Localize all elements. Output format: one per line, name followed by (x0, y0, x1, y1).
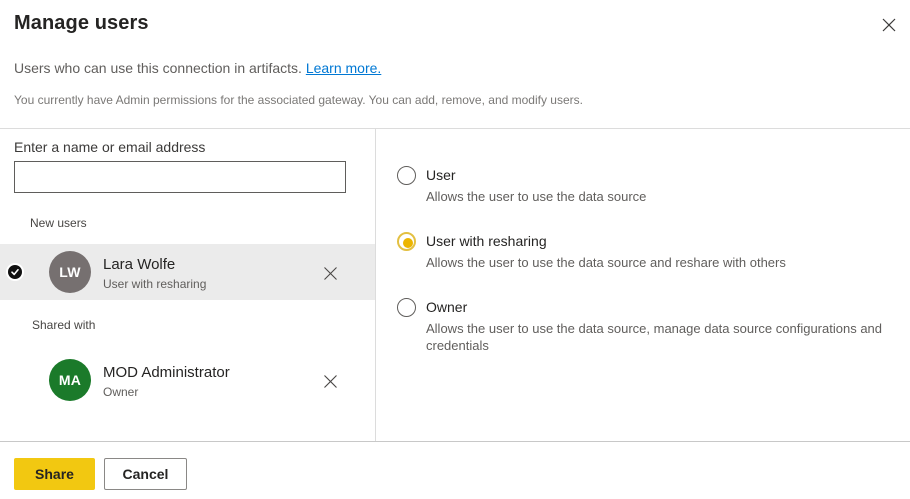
radio-unselected-icon[interactable] (397, 298, 416, 317)
radio-selected-icon[interactable] (397, 232, 416, 251)
search-input[interactable] (14, 161, 346, 193)
radio-description: Allows the user to use the data source, … (426, 320, 904, 354)
close-icon (882, 18, 896, 32)
remove-user-button[interactable] (320, 263, 340, 283)
new-users-header: New users (30, 216, 87, 230)
manage-users-dialog: Manage users Users who can use this conn… (0, 0, 910, 499)
user-role: Owner (103, 385, 138, 399)
admin-permissions-note: You currently have Admin permissions for… (14, 93, 583, 107)
cancel-button[interactable]: Cancel (104, 458, 187, 490)
shared-with-header: Shared with (32, 318, 95, 332)
learn-more-link[interactable]: Learn more. (306, 60, 381, 76)
user-name: MOD Administrator (103, 364, 230, 381)
radio-description: Allows the user to use the data source a… (426, 254, 904, 271)
page-title: Manage users (14, 12, 149, 35)
remove-user-button[interactable] (320, 371, 340, 391)
radio-dot (403, 238, 413, 248)
radio-unselected-icon[interactable] (397, 166, 416, 185)
header-divider (0, 128, 910, 129)
radio-label: User (426, 167, 456, 183)
selected-check-icon (6, 263, 24, 281)
radio-label: Owner (426, 299, 467, 315)
radio-description: Allows the user to use the data source (426, 188, 904, 205)
search-label: Enter a name or email address (14, 139, 205, 155)
remove-icon (323, 374, 338, 389)
dialog-description: Users who can use this connection in art… (14, 60, 381, 76)
panel-divider (375, 129, 376, 441)
remove-icon (323, 266, 338, 281)
close-button[interactable] (878, 14, 900, 36)
footer-divider (0, 441, 910, 442)
avatar: LW (49, 251, 91, 293)
radio-label: User with resharing (426, 233, 547, 249)
avatar: MA (49, 359, 91, 401)
user-role: User with resharing (103, 277, 206, 291)
share-button[interactable]: Share (14, 458, 95, 490)
description-text: Users who can use this connection in art… (14, 60, 302, 76)
user-name: Lara Wolfe (103, 256, 175, 273)
